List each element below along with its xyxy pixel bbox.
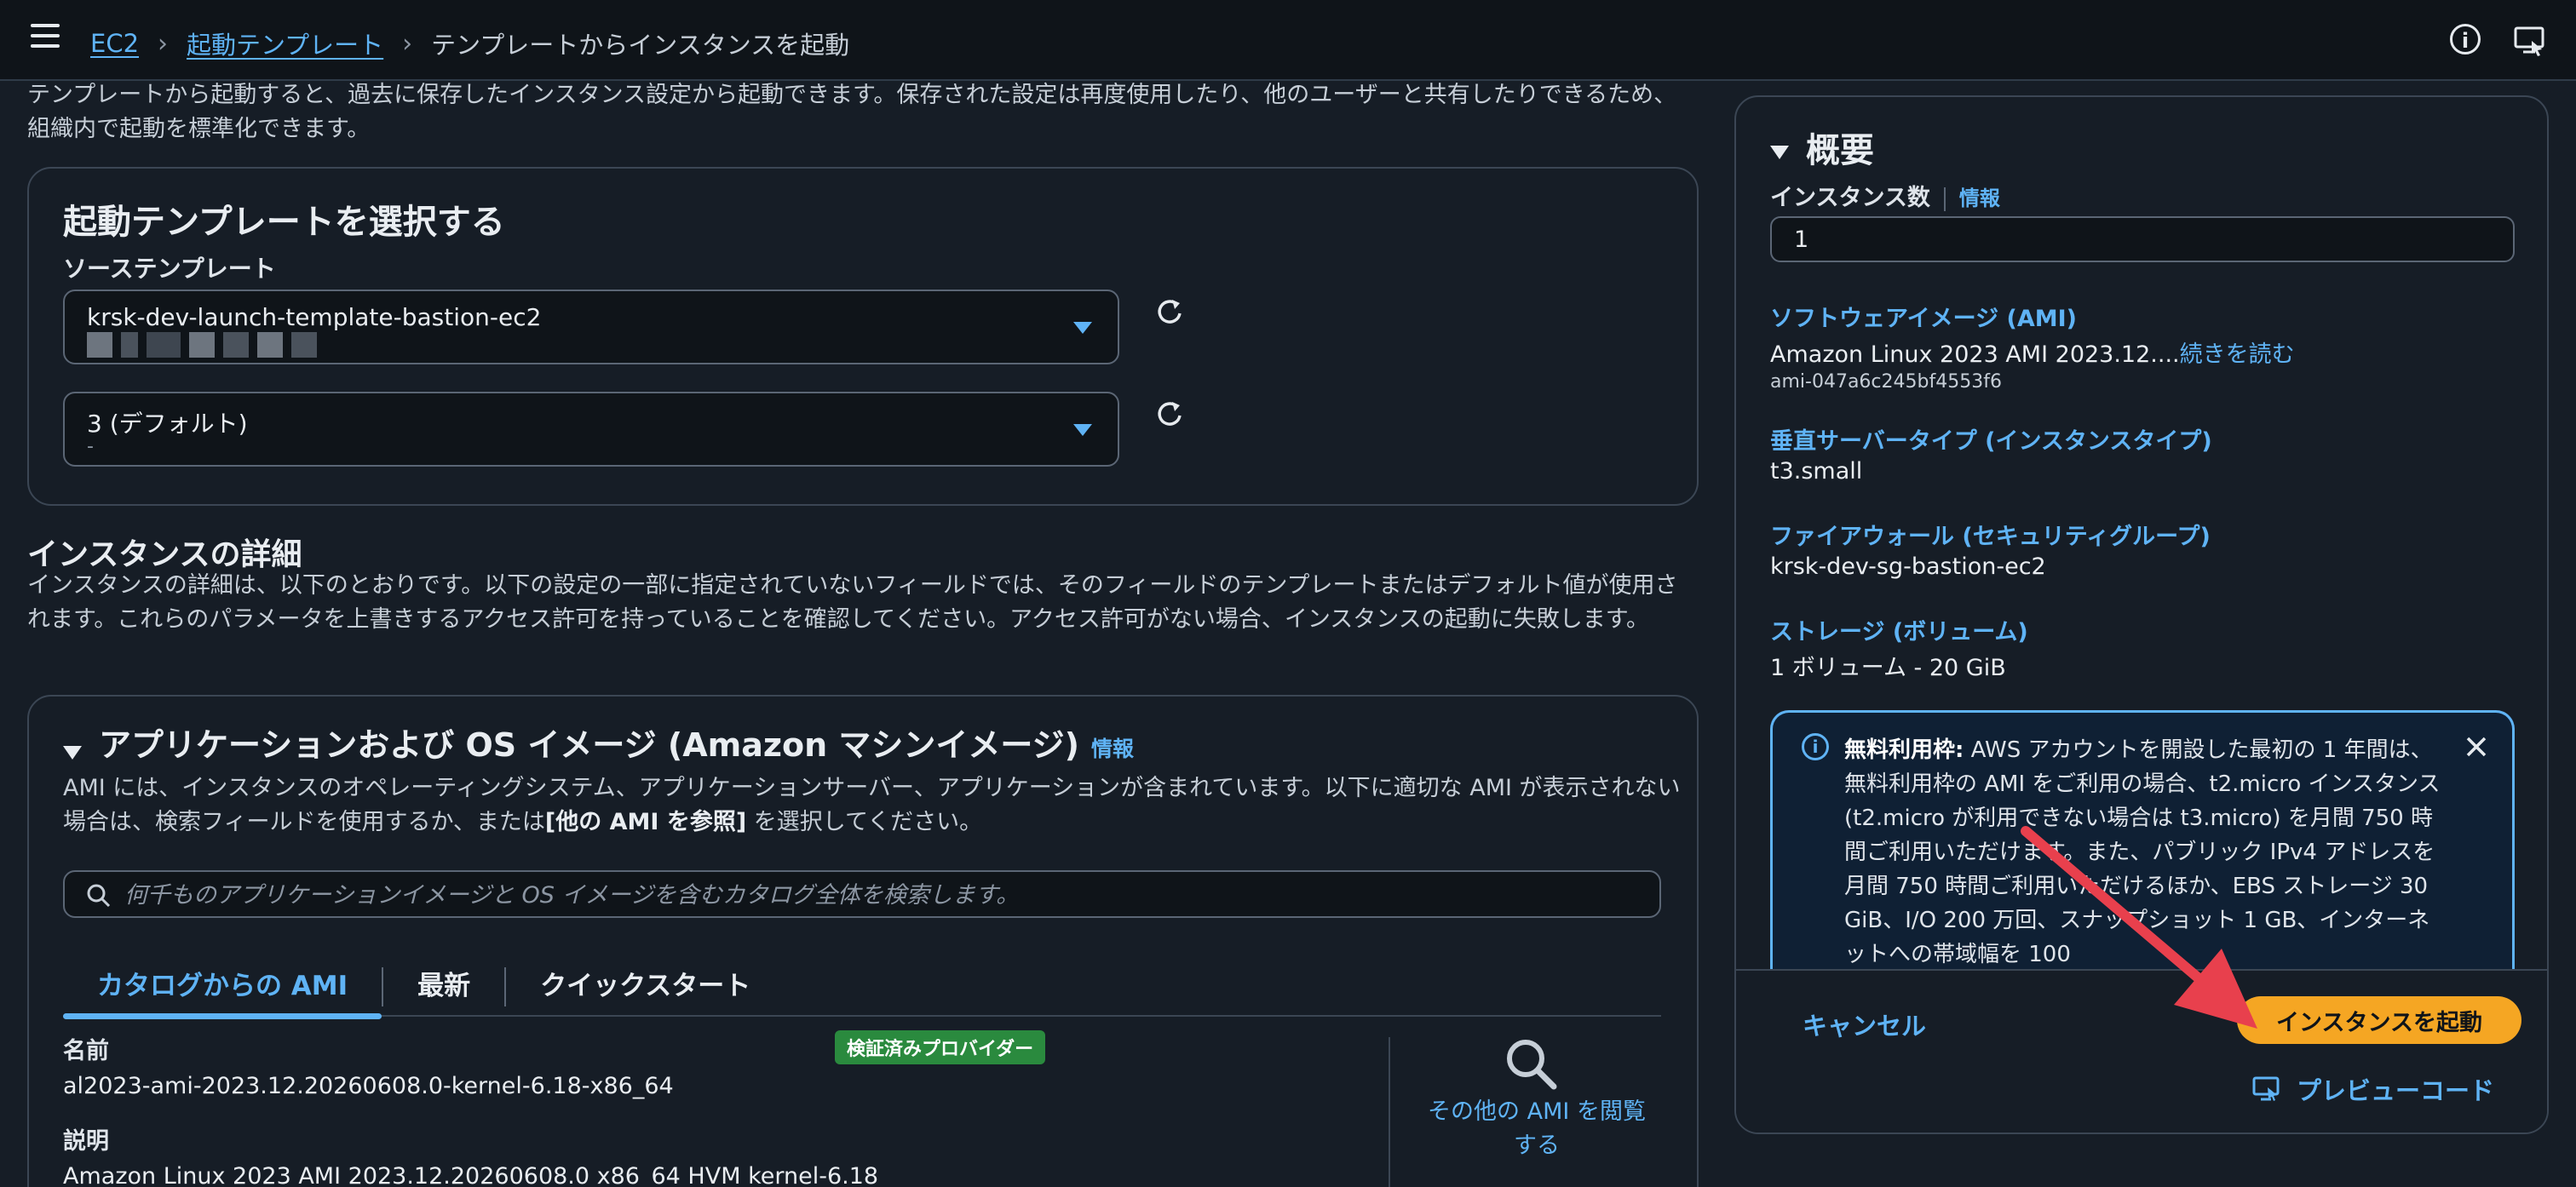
ami-description: AMI には、インスタンスのオペレーティングシステム、アプリケーションサーバー、… [63,771,1682,840]
verified-provider-badge: 検証済みプロバイダー [835,1030,1046,1064]
search-icon[interactable] [1503,1035,1559,1092]
ami-desc-label: 説明 [63,1128,109,1155]
breadcrumb: EC2 › 起動テンプレート › テンプレートからインスタンスを起動 [90,26,849,61]
screen-share-icon [2252,1076,2280,1101]
cancel-button[interactable]: キャンセル [1803,1006,1926,1042]
ami-search-input[interactable] [124,879,1641,911]
redacted-id [189,332,215,358]
ami-panel-title: アプリケーションおよび OS イメージ (Amazon マシンイメージ) [99,726,1079,764]
ami-summary-link[interactable]: ソフトウェアイメージ (AMI) [1770,300,2077,333]
redacted-id [291,332,317,358]
source-template-value: krsk-dev-launch-template-bastion-ec2 [87,303,542,331]
ami-panel-header[interactable]: アプリケーションおよび OS イメージ (Amazon マシンイメージ) 情報 [63,719,1134,766]
template-version-sub: - [87,436,94,457]
instance-count-label: インスタンス数 [1770,185,1930,211]
redacted-id [257,332,283,358]
ami-summary-value: Amazon Linux 2023 AMI 2023.12.... [1770,341,2180,368]
summary-footer: キャンセル インスタンスを起動 プレビューコード [1736,969,2547,1133]
read-more-link[interactable]: 続きを読む [2180,341,2295,368]
tab-quick-start[interactable]: クイックスタート [506,952,785,1017]
security-group-value: krsk-dev-sg-bastion-ec2 [1770,553,2046,580]
launch-instance-button[interactable]: インスタンスを起動 [2237,996,2521,1044]
divider [1943,186,1946,211]
redacted-id [223,332,249,358]
instance-count-label-row: インスタンス数 情報 [1770,179,2000,212]
ami-panel: アプリケーションおよび OS イメージ (Amazon マシンイメージ) 情報 A… [27,695,1699,1187]
breadcrumb-ec2[interactable]: EC2 [90,29,139,58]
redacted-id [87,332,112,358]
screen-share-icon[interactable] [2513,24,2547,58]
refresh-icon[interactable] [1153,397,1187,431]
intro-text: テンプレートから起動すると、過去に保存したインスタンス設定から起動できます。保存… [27,82,1677,142]
caret-down-icon [63,745,82,760]
breadcrumb-current: テンプレートからインスタンスを起動 [431,31,850,60]
instance-type-value: t3.small [1770,458,1863,485]
tab-recent[interactable]: 最新 [383,952,504,1017]
ami-name-label: 名前 [63,1038,109,1064]
summary-header[interactable]: 概要 [1770,123,1874,172]
refresh-icon[interactable] [1153,295,1187,329]
info-icon: i [1802,733,1829,760]
instance-count-input[interactable] [1770,216,2515,262]
top-navigation-bar: EC2 › 起動テンプレート › テンプレートからインスタンスを起動 i [0,0,2576,81]
ami-search-field[interactable] [63,870,1661,918]
summary-title: 概要 [1806,131,1874,170]
launch-template-panel: 起動テンプレートを選択する ソーステンプレート krsk-dev-launch-… [27,167,1699,506]
source-template-label: ソーステンプレート [63,255,276,283]
chevron-right-icon: › [402,28,413,59]
tab-catalog-ami[interactable]: カタログからの AMI [63,952,382,1019]
panel-title: 起動テンプレートを選択する [63,203,505,242]
caret-down-icon [1770,146,1789,159]
browse-more-ami-link[interactable]: その他の AMI を閲覧 する [1409,1095,1665,1163]
preview-code-button[interactable]: プレビューコード [2252,1071,2494,1107]
ami-description-end: を選択してください。 [746,809,983,835]
preview-code-label: プレビューコード [2297,1076,2495,1105]
free-tier-heading: 無料利用枠: [1844,737,1964,763]
instance-type-link[interactable]: 垂直サーバータイプ (インスタンスタイプ) [1770,422,2212,456]
ami-summary-value-row: Amazon Linux 2023 AMI 2023.12....続きを読む [1770,335,2295,369]
close-icon[interactable] [2461,731,2492,762]
ami-tabs: カタログからの AMI 最新 クイックスタート [63,952,1661,1019]
source-template-select[interactable]: krsk-dev-launch-template-bastion-ec2 [63,290,1119,364]
instance-details-title: インスタンスの詳細 [27,537,302,572]
free-tier-body: AWS アカウントを開設した最初の 1 年間は、無料利用枠の AMI をご利用の… [1844,737,2441,967]
caret-down-icon [1073,424,1092,436]
menu-icon[interactable] [31,24,60,49]
search-icon [87,884,111,908]
breadcrumb-launch-templates[interactable]: 起動テンプレート [187,26,383,61]
redacted-id [147,332,181,358]
storage-value: 1 ボリューム - 20 GiB [1770,655,2006,681]
security-group-link[interactable]: ファイアウォール (セキュリティグループ) [1770,518,2211,551]
instance-details-description: インスタンスの詳細は、以下のとおりです。以下の設定の一部に指定されていないフィー… [27,572,1678,633]
chevron-right-icon: › [158,28,169,59]
template-version-value: 3 (デフォルト) [87,410,248,438]
info-link[interactable]: 情報 [1091,737,1134,761]
ami-id: ami-047a6c245bf4553f6 [1770,371,2002,393]
caret-down-icon [1073,322,1092,334]
info-icon[interactable]: i [2450,24,2481,54]
template-version-select[interactable]: 3 (デフォルト) - [63,392,1119,467]
redacted-id [121,332,138,358]
ami-name-value: al2023-ami-2023.12.20260608.0-kernel-6.1… [63,1073,674,1099]
divider [1389,1037,1390,1187]
free-tier-alert: i 無料利用枠: AWS アカウントを開設した最初の 1 年間は、無料利用枠の … [1770,710,2515,983]
info-link[interactable]: 情報 [1959,186,2000,210]
browse-more-line2: する [1514,1133,1560,1159]
ami-desc-value: Amazon Linux 2023 AMI 2023.12.20260608.0… [63,1163,879,1187]
summary-panel: 概要 インスタンス数 情報 ソフトウェアイメージ (AMI) Amazon Lin… [1734,95,2549,1134]
browse-more-line1: その他の AMI を閲覧 [1428,1098,1646,1125]
browse-other-ami-ref: [他の AMI を参照] [544,809,747,835]
free-tier-text: 無料利用枠: AWS アカウントを開設した最初の 1 年間は、無料利用枠の AM… [1844,733,2441,972]
storage-link[interactable]: ストレージ (ボリューム) [1770,613,2028,646]
